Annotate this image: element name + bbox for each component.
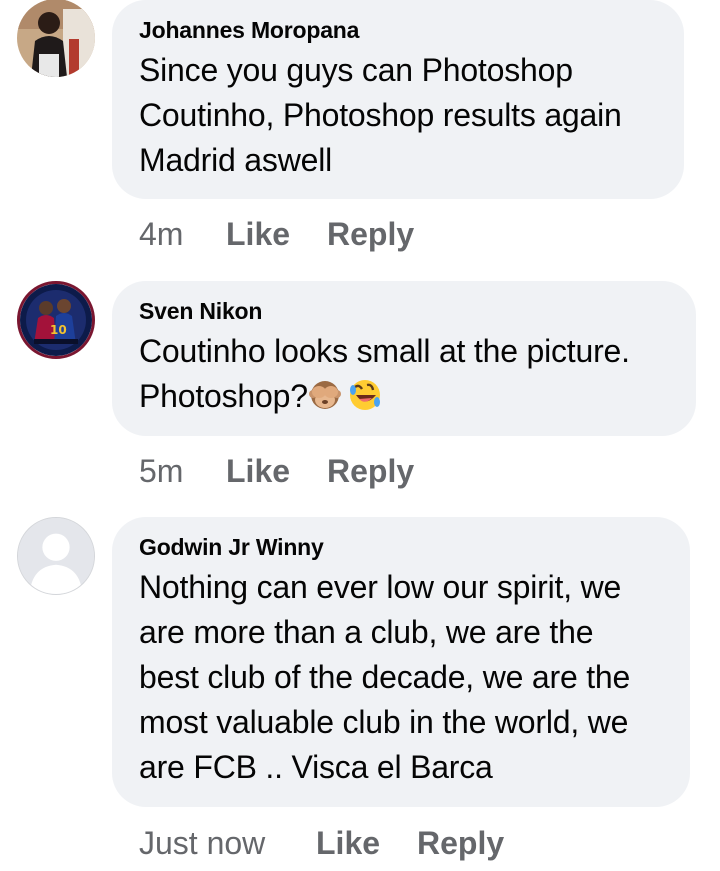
comment-bubble: Johannes Moropana Since you guys can Pho… bbox=[112, 0, 684, 199]
comment-text: Nothing can ever low our spirit, we are … bbox=[139, 569, 631, 785]
like-button[interactable]: Like bbox=[316, 823, 417, 863]
comment-actions: Just now Like Reply bbox=[139, 823, 504, 863]
reply-button[interactable]: Reply bbox=[417, 823, 504, 863]
comment-author[interactable]: Johannes Moropana bbox=[139, 17, 656, 44]
comment-text-body: Coutinho looks small at the picture. Pho… bbox=[139, 333, 630, 414]
default-avatar-icon[interactable] bbox=[17, 517, 95, 595]
like-button[interactable]: Like bbox=[226, 214, 327, 254]
see-no-evil-monkey-emoji bbox=[308, 378, 342, 412]
comment-author[interactable]: Sven Nikon bbox=[139, 298, 668, 325]
rolling-on-floor-laughing-emoji bbox=[348, 378, 382, 412]
svg-text:10: 10 bbox=[50, 323, 67, 337]
comment-timestamp[interactable]: 5m bbox=[139, 451, 226, 491]
profile-photo-icon[interactable] bbox=[17, 0, 95, 77]
comment-timestamp[interactable]: Just now bbox=[139, 823, 316, 863]
like-button[interactable]: Like bbox=[226, 451, 327, 491]
comment-bubble: Sven Nikon Coutinho looks small at the p… bbox=[112, 281, 696, 436]
reply-button[interactable]: Reply bbox=[327, 214, 414, 254]
comment-actions: 5m Like Reply bbox=[139, 451, 414, 491]
comment-text: Since you guys can Photoshop Coutinho, P… bbox=[139, 52, 622, 178]
comment-text: Coutinho looks small at the picture. Pho… bbox=[139, 329, 668, 419]
profile-photo-icon[interactable]: 10 bbox=[17, 281, 95, 359]
comment-bubble: Godwin Jr Winny Nothing can ever low our… bbox=[112, 517, 690, 807]
reply-button[interactable]: Reply bbox=[327, 451, 414, 491]
comments-list: Johannes Moropana Since you guys can Pho… bbox=[0, 0, 720, 871]
comment-timestamp[interactable]: 4m bbox=[139, 214, 226, 254]
comment-author[interactable]: Godwin Jr Winny bbox=[139, 534, 662, 561]
comment-actions: 4m Like Reply bbox=[139, 214, 414, 254]
